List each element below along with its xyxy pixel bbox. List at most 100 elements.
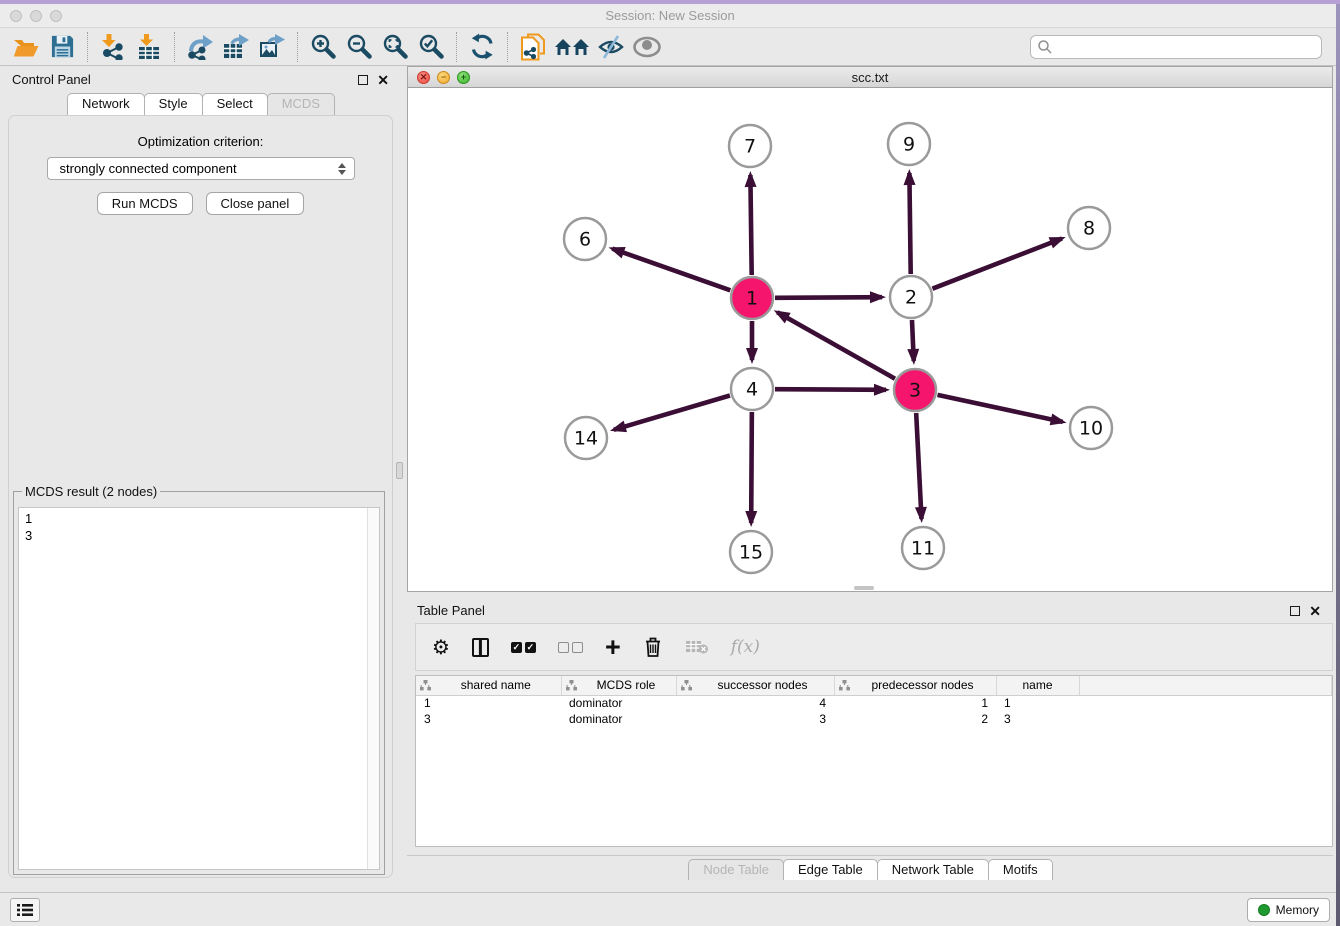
delete-column-icon[interactable] <box>643 636 663 658</box>
svg-text:7: 7 <box>744 136 756 158</box>
tab-edge-table[interactable]: Edge Table <box>783 859 878 880</box>
tab-select[interactable]: Select <box>202 93 268 115</box>
import-network-icon[interactable] <box>95 31 131 63</box>
table-panel: Table Panel ✕ ⚙ ✓✓ + f(x) shared name MC… <box>407 597 1333 890</box>
column-header-filler <box>1079 676 1332 695</box>
tab-mcds[interactable]: MCDS <box>267 93 335 115</box>
float-panel-icon[interactable] <box>1290 606 1300 616</box>
graph-node-15[interactable]: 15 <box>730 531 772 573</box>
graph-node-3[interactable]: 3 <box>894 369 936 411</box>
column-header[interactable]: name <box>996 676 1079 695</box>
graph-node-2[interactable]: 2 <box>890 276 932 318</box>
export-network-icon[interactable] <box>182 31 218 63</box>
network-canvas[interactable]: 7 9 6 8 1 2 4 3 14 10 15 11 <box>408 88 1332 591</box>
splitter-grip[interactable] <box>396 462 403 479</box>
table-row[interactable]: 3dominator 32 3 <box>416 711 1332 727</box>
graph-node-14[interactable]: 14 <box>565 417 607 459</box>
tab-network-table[interactable]: Network Table <box>877 859 989 880</box>
import-table-icon[interactable] <box>131 31 167 63</box>
zoom-selected-icon[interactable] <box>413 31 449 63</box>
graph-edge-1-6[interactable] <box>612 249 730 291</box>
graph-edge-1-2[interactable] <box>775 297 882 298</box>
zoom-in-icon[interactable] <box>305 31 341 63</box>
graph-node-11[interactable]: 11 <box>902 527 944 569</box>
network-window-titlebar[interactable]: ✕ − + scc.txt <box>408 67 1332 88</box>
control-panel-tabs: Network Style Select MCDS <box>0 93 401 115</box>
network-view-window: ✕ − + scc.txt 7 9 6 8 1 2 4 3 14 10 15 11 <box>407 66 1333 592</box>
column-header[interactable]: predecessor nodes <box>834 676 996 695</box>
open-session-icon[interactable] <box>8 31 44 63</box>
close-panel-button[interactable]: Close panel <box>206 192 305 215</box>
memory-status-icon <box>1258 904 1270 916</box>
table-options-icon[interactable]: ⚙ <box>432 635 450 659</box>
graph-edge-4-3[interactable] <box>775 389 886 390</box>
save-session-icon[interactable] <box>44 31 80 63</box>
graph-edge-2-8[interactable] <box>932 238 1062 288</box>
graph-node-7[interactable]: 7 <box>729 125 771 167</box>
graph-node-10[interactable]: 10 <box>1070 407 1112 449</box>
show-details-icon[interactable] <box>629 31 665 63</box>
run-mcds-button[interactable]: Run MCDS <box>97 192 193 215</box>
mcds-result-list[interactable]: 1 3 <box>18 507 380 870</box>
svg-text:4: 4 <box>746 379 758 401</box>
toolbar-separator <box>174 32 175 62</box>
optimization-criterion-label: Optimization criterion: <box>9 134 392 149</box>
apply-layout-icon[interactable] <box>464 31 500 63</box>
h-scrollbar-thumb[interactable] <box>854 586 874 590</box>
zoom-fit-icon[interactable] <box>377 31 413 63</box>
column-header[interactable]: shared name <box>416 676 561 695</box>
criterion-dropdown[interactable]: strongly connected component <box>47 157 355 180</box>
add-column-icon[interactable]: + <box>605 637 621 657</box>
tab-style[interactable]: Style <box>144 93 203 115</box>
tab-motifs[interactable]: Motifs <box>988 859 1053 880</box>
function-builder-icon[interactable]: f(x) <box>731 637 760 657</box>
table-panel-title: Table Panel <box>417 603 485 618</box>
toolbar-separator <box>456 32 457 62</box>
main-toolbar <box>0 28 1340 66</box>
tab-network[interactable]: Network <box>67 93 145 115</box>
graph-node-9[interactable]: 9 <box>888 123 930 165</box>
memory-button[interactable]: Memory <box>1247 898 1330 922</box>
graph-node-8[interactable]: 8 <box>1068 207 1110 249</box>
graph-node-6[interactable]: 6 <box>564 218 606 260</box>
graph-edge-2-9[interactable] <box>909 173 910 274</box>
svg-text:15: 15 <box>739 542 763 564</box>
graph-edge-1-7[interactable] <box>750 175 751 275</box>
memory-label: Memory <box>1276 903 1319 917</box>
mcds-result-group: MCDS result (2 nodes) 1 3 <box>13 484 385 875</box>
delete-table-icon[interactable] <box>685 639 709 655</box>
graph-edge-3-1[interactable] <box>777 312 895 378</box>
search-box[interactable] <box>1030 35 1322 59</box>
column-header[interactable]: successor nodes <box>676 676 834 695</box>
svg-text:6: 6 <box>579 229 591 251</box>
graph-edge-3-10[interactable] <box>937 395 1062 422</box>
toolbar-separator <box>507 32 508 62</box>
column-header[interactable]: MCDS role <box>561 676 676 695</box>
export-image-icon[interactable] <box>254 31 290 63</box>
close-panel-icon[interactable]: ✕ <box>377 73 389 87</box>
graph-edge-4-14[interactable] <box>614 396 730 430</box>
graph-node-4[interactable]: 4 <box>731 368 773 410</box>
svg-text:10: 10 <box>1079 418 1103 440</box>
result-scrollbar[interactable] <box>367 508 379 869</box>
zoom-out-icon[interactable] <box>341 31 377 63</box>
hide-details-icon[interactable] <box>593 31 629 63</box>
task-history-button[interactable] <box>10 898 40 922</box>
select-all-icon[interactable]: ✓✓ <box>511 642 536 653</box>
export-table-icon[interactable] <box>218 31 254 63</box>
close-panel-icon[interactable]: ✕ <box>1309 604 1321 618</box>
first-neighbors-icon[interactable] <box>551 31 593 63</box>
graph-edge-4-15[interactable] <box>751 412 752 523</box>
graph-edge-2-3[interactable] <box>912 320 914 361</box>
node-table: shared name MCDS role successor nodes pr… <box>415 675 1333 847</box>
table-row[interactable]: 1dominator 41 1 <box>416 695 1332 711</box>
clone-network-icon[interactable] <box>515 31 551 63</box>
search-input[interactable] <box>1053 39 1315 54</box>
float-panel-icon[interactable] <box>358 75 368 85</box>
panel-columns-icon[interactable] <box>472 638 489 657</box>
tab-node-table[interactable]: Node Table <box>688 859 784 880</box>
graph-edge-3-11[interactable] <box>916 413 921 519</box>
network-graph[interactable]: 7 9 6 8 1 2 4 3 14 10 15 11 <box>408 88 1332 591</box>
deselect-all-icon[interactable] <box>558 642 583 653</box>
graph-node-1[interactable]: 1 <box>731 277 773 319</box>
